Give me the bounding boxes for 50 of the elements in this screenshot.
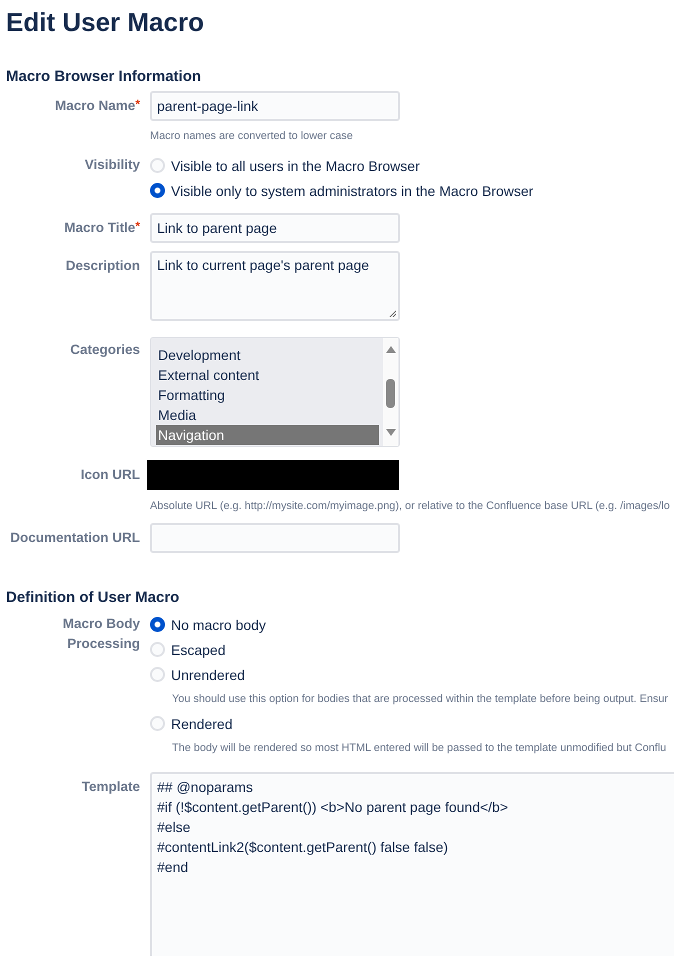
resize-handle-icon[interactable] (389, 310, 396, 317)
code-line: ## @noparams (157, 778, 253, 797)
option-label[interactable]: No macro body (171, 614, 266, 634)
code-editor[interactable]: ## @noparams #if (!$content.getParent()) <b>No parent page found</b> #else #contentLink2($content.getParent() false false) #end (150, 772, 674, 956)
field-label: Documentation URL (10, 530, 140, 545)
field-label: Visibility (84, 157, 140, 172)
field-label: Macro Title (64, 220, 136, 235)
required-marker: * (135, 219, 140, 233)
section-heading: Macro Browser Information (6, 67, 202, 87)
field-label: Template (82, 779, 140, 794)
list-option[interactable]: External content (156, 365, 379, 385)
scrollbar-thumb[interactable] (386, 379, 395, 408)
help-text: Macro names are converted to lower case (150, 129, 353, 143)
required-marker: * (135, 97, 140, 111)
page-title: Edit User Macro (6, 6, 204, 38)
field-label: Macro Body Processing (62, 616, 140, 651)
radio-button[interactable] (150, 617, 165, 632)
option-label[interactable]: Visible to all users in the Macro Browser (171, 156, 420, 176)
list-option[interactable]: Navigation (156, 425, 379, 445)
field-label: Description (66, 258, 140, 273)
code-line: #end (157, 858, 188, 877)
option-label[interactable]: Unrendered (171, 664, 245, 684)
radio-button[interactable] (150, 642, 165, 657)
help-text: Absolute URL (e.g. http://mysite.com/myimage.png), or relative to the Confluence base URL (e.g. /images/lo (150, 499, 670, 513)
help-text: You should use this option for bodies that are processed within the template before being output. Ensur (172, 692, 668, 706)
input-field[interactable] (150, 523, 400, 553)
code-line: #if (!$content.getParent()) <b>No parent page found</b> (157, 798, 508, 817)
list-option[interactable]: Development (156, 345, 379, 365)
radio-button[interactable] (150, 158, 165, 173)
radio-button[interactable] (150, 667, 165, 682)
list-option[interactable]: Formatting (156, 385, 379, 405)
option-label[interactable]: Rendered (171, 714, 232, 734)
input-field[interactable]: Link to parent page (150, 213, 400, 243)
scroll-down-icon[interactable] (386, 429, 396, 436)
field-label: Macro Name (55, 98, 136, 113)
option-label[interactable]: Escaped (171, 640, 226, 660)
radio-button[interactable] (150, 716, 165, 731)
listbox[interactable]: Development External content Formatting Media Navigation (150, 337, 400, 447)
section-heading: Definition of User Macro (6, 588, 180, 608)
option-label[interactable]: Visible only to system administrators in the Macro Browser (171, 180, 534, 200)
radio-button[interactable] (150, 183, 165, 198)
code-line: #contentLink2($content.getParent() false false) (157, 838, 448, 857)
field-label: Icon URL (80, 467, 140, 482)
help-text: The body will be rendered so most HTML entered will be passed to the template unmodified but Conflu (172, 741, 666, 755)
scroll-up-icon[interactable] (386, 346, 396, 353)
list-option[interactable]: Media (156, 405, 379, 425)
code-line: #else (157, 818, 190, 837)
textarea-field[interactable]: Link to current page's parent page (150, 251, 400, 321)
field-label: Categories (70, 342, 140, 357)
input-field[interactable]: parent-page-link (150, 91, 400, 121)
